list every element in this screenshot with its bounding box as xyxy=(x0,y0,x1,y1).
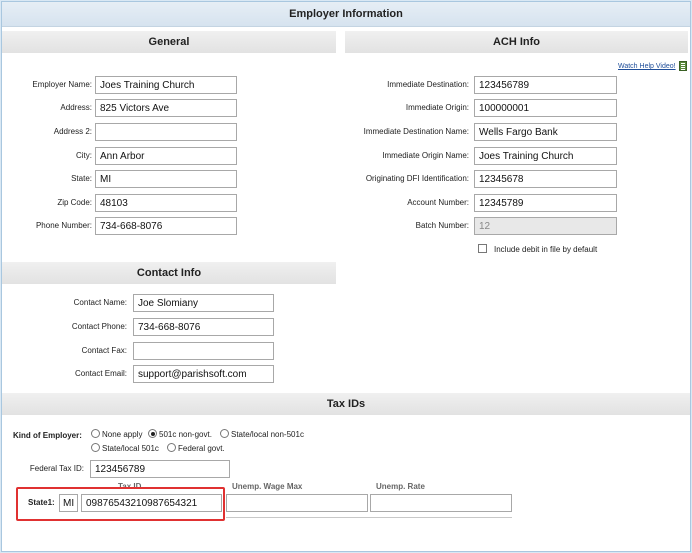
address2-field[interactable] xyxy=(95,123,237,141)
batch-number-field: 12 xyxy=(474,217,617,235)
radio-state-local-non-501c[interactable] xyxy=(220,429,229,438)
zip-label: Zip Code: xyxy=(57,198,92,207)
contact-heading: Contact Info xyxy=(2,262,336,284)
federal-tax-id-field[interactable]: 123456789 xyxy=(90,460,230,478)
table-divider xyxy=(226,517,512,518)
immediate-destination-label: Immediate Destination: xyxy=(387,80,469,89)
help-video-link[interactable]: Watch Help Video! xyxy=(618,63,676,70)
state1-wage-max-field[interactable] xyxy=(226,494,368,512)
video-icon[interactable] xyxy=(679,61,687,71)
ach-heading: ACH Info xyxy=(345,31,688,53)
contact-fax-field[interactable] xyxy=(133,342,274,360)
radio-none-apply-label: None apply xyxy=(102,430,143,439)
radio-federal-govt-label: Federal govt. xyxy=(178,444,225,453)
phone-label: Phone Number: xyxy=(35,221,92,230)
contact-name-label: Contact Name: xyxy=(73,298,127,307)
batch-number-label: Batch Number: xyxy=(415,221,469,230)
radio-501c-non-govt-label: 501c non-govt. xyxy=(159,430,212,439)
dfi-label: Originating DFI Identification: xyxy=(365,174,469,183)
employer-name-label: Employer Name: xyxy=(32,80,92,89)
address2-label: Address 2: xyxy=(53,127,92,136)
col-header-rate: Unemp. Rate xyxy=(376,482,425,491)
dfi-field[interactable]: 12345678 xyxy=(474,170,617,188)
radio-none-apply[interactable] xyxy=(91,429,100,438)
contact-phone-field[interactable]: 734-668-8076 xyxy=(133,318,274,336)
radio-federal-govt[interactable] xyxy=(167,443,176,452)
col-header-wage-max: Unemp. Wage Max xyxy=(232,482,303,491)
state-field[interactable]: MI xyxy=(95,170,237,188)
destination-name-label: Immediate Destination Name: xyxy=(363,127,469,136)
federal-tax-id-label: Federal Tax ID: xyxy=(29,464,84,473)
account-number-label: Account Number: xyxy=(407,198,469,207)
immediate-destination-field[interactable]: 123456789 xyxy=(474,76,617,94)
kind-of-employer-label: Kind of Employer: xyxy=(13,431,82,440)
contact-fax-label: Contact Fax: xyxy=(81,346,127,355)
radio-501c-non-govt[interactable] xyxy=(148,429,157,438)
contact-phone-label: Contact Phone: xyxy=(71,322,127,331)
include-debit-checkbox[interactable] xyxy=(478,244,487,253)
address-label: Address: xyxy=(60,103,92,112)
state-label: State: xyxy=(71,174,92,183)
account-number-field[interactable]: 12345789 xyxy=(474,194,617,212)
radio-state-local-non-501c-label: State/local non-501c xyxy=(231,430,304,439)
contact-email-label: Contact Email: xyxy=(74,369,127,378)
highlight-box xyxy=(16,487,225,521)
city-label: City: xyxy=(76,151,92,160)
radio-state-local-501c[interactable] xyxy=(91,443,100,452)
general-heading: General xyxy=(2,31,336,53)
destination-name-field[interactable]: Wells Fargo Bank xyxy=(474,123,617,141)
employer-name-field[interactable]: Joes Training Church xyxy=(95,76,237,94)
address-field[interactable]: 825 Victors Ave xyxy=(95,99,237,117)
origin-name-label: Immediate Origin Name: xyxy=(382,151,469,160)
phone-field[interactable]: 734-668-8076 xyxy=(95,217,237,235)
include-debit-label: Include debit in file by default xyxy=(494,245,598,254)
radio-state-local-501c-label: State/local 501c xyxy=(102,444,159,453)
zip-field[interactable]: 48103 xyxy=(95,194,237,212)
origin-name-field[interactable]: Joes Training Church xyxy=(474,147,617,165)
immediate-origin-field[interactable]: 100000001 xyxy=(474,99,617,117)
page-title: Employer Information xyxy=(2,2,690,27)
tax-ids-heading: Tax IDs xyxy=(2,393,690,415)
contact-email-field[interactable]: support@parishsoft.com xyxy=(133,365,274,383)
contact-name-field[interactable]: Joe Slomiany xyxy=(133,294,274,312)
city-field[interactable]: Ann Arbor xyxy=(95,147,237,165)
state1-rate-field[interactable] xyxy=(370,494,512,512)
employer-info-panel: Employer Information General Employer Na… xyxy=(1,1,691,552)
immediate-origin-label: Immediate Origin: xyxy=(405,103,469,112)
